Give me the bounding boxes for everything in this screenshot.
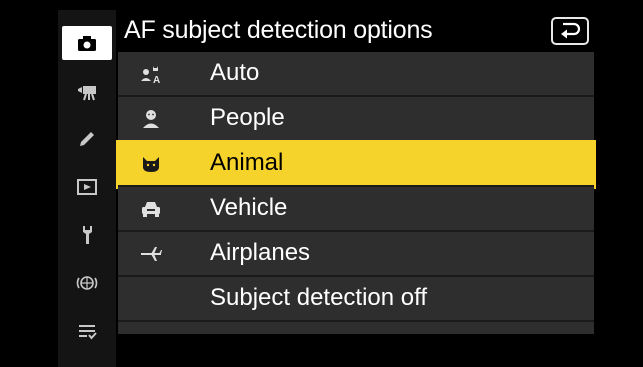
tab-setup[interactable] — [62, 218, 112, 252]
person-icon — [138, 107, 164, 131]
list-bottom-padding — [118, 322, 594, 334]
tab-playback[interactable] — [62, 170, 112, 204]
page-title: AF subject detection options — [124, 16, 433, 44]
option-airplanes[interactable]: Airplanes — [118, 232, 594, 277]
tab-photo-shooting[interactable] — [62, 26, 112, 60]
movie-camera-icon — [78, 86, 96, 101]
airplane-icon — [138, 242, 164, 266]
car-icon — [138, 197, 164, 221]
tab-video-recording[interactable] — [62, 74, 112, 108]
playback-icon — [77, 179, 97, 195]
option-label: Airplanes — [210, 239, 311, 266]
pencil-icon — [80, 132, 94, 146]
tab-my-menu[interactable] — [62, 314, 112, 348]
tab-network[interactable] — [62, 266, 112, 300]
option-label: Animal — [210, 149, 284, 176]
option-auto[interactable]: A Auto — [118, 52, 594, 97]
my-menu-icon — [79, 325, 97, 340]
menu-header: AF subject detection options — [118, 12, 598, 50]
option-label: Auto — [210, 59, 260, 86]
option-vehicle[interactable]: Vehicle — [118, 187, 594, 232]
menu-tab-strip — [58, 10, 116, 367]
animal-icon — [138, 152, 164, 176]
option-subject-detection-off[interactable]: Subject detection off — [118, 277, 594, 322]
option-people[interactable]: People — [118, 97, 594, 142]
back-button[interactable] — [551, 17, 589, 45]
auto-subject-icon: A — [138, 62, 164, 86]
option-label: Vehicle — [210, 194, 288, 221]
option-label: People — [210, 104, 285, 131]
subject-detection-options-list: A Auto People Animal Vehicle Airplanes S… — [116, 52, 596, 334]
network-icon — [76, 276, 98, 290]
wrench-icon — [83, 226, 92, 244]
camera-icon — [78, 36, 96, 51]
svg-text:A: A — [153, 75, 160, 85]
option-label: Subject detection off — [210, 284, 428, 311]
return-arrow-icon — [561, 22, 581, 39]
tab-custom-settings[interactable] — [62, 122, 112, 156]
option-animal[interactable]: Animal — [116, 140, 596, 189]
